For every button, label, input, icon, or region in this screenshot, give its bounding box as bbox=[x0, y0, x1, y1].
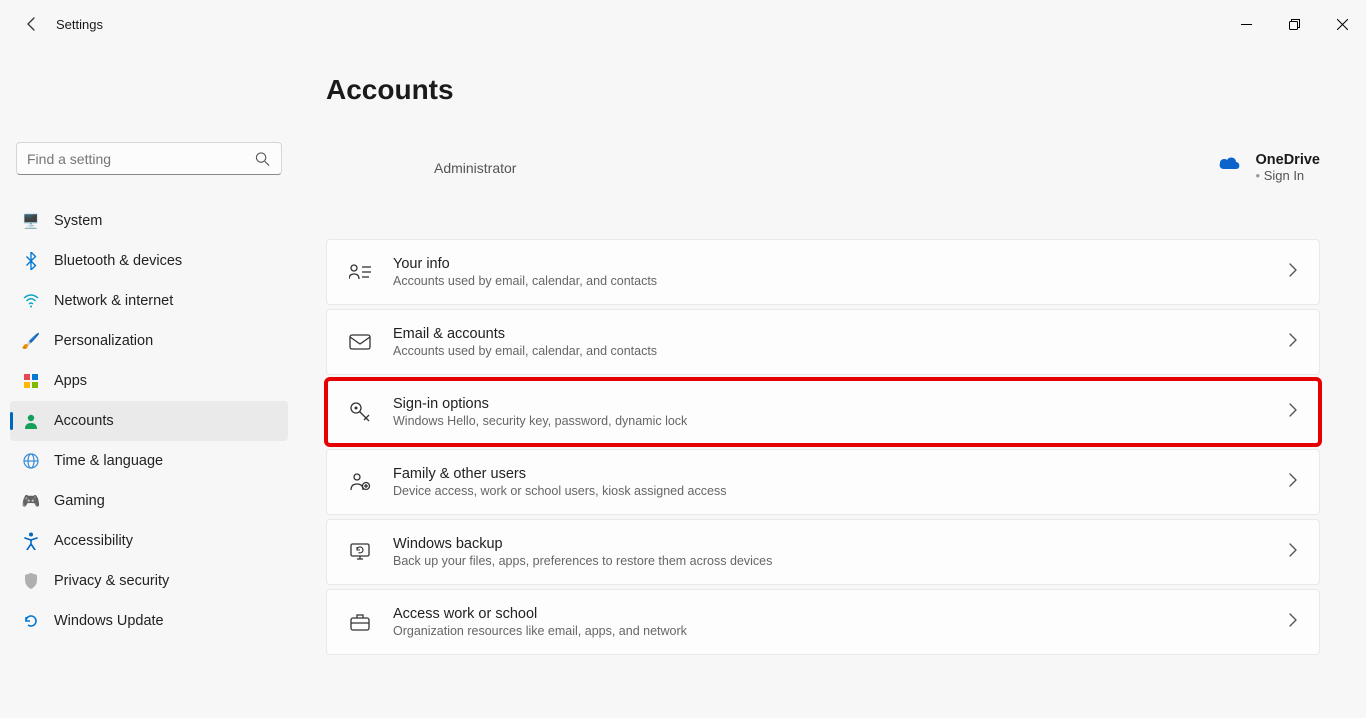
sidebar-item-apps[interactable]: Apps bbox=[10, 361, 288, 401]
email-accounts-icon bbox=[349, 334, 371, 350]
setting-item-title: Windows backup bbox=[393, 536, 1289, 552]
sidebar-item-update[interactable]: Windows Update bbox=[10, 601, 288, 641]
onedrive-card[interactable]: OneDrive Sign In bbox=[1218, 152, 1320, 183]
sidebar-item-accounts[interactable]: Accounts bbox=[10, 401, 288, 441]
setting-item-desc: Organization resources like email, apps,… bbox=[393, 624, 1289, 638]
sidebar-item-system[interactable]: 🖥️ System bbox=[10, 201, 288, 241]
accessibility-icon bbox=[22, 532, 40, 550]
sidebar-item-label: Time & language bbox=[54, 453, 163, 469]
network-icon bbox=[22, 292, 40, 310]
settings-list: Your info Accounts used by email, calenda… bbox=[326, 239, 1320, 655]
chevron-right-icon bbox=[1289, 543, 1297, 562]
account-header: Administrator OneDrive Sign In bbox=[326, 152, 1320, 183]
close-button[interactable] bbox=[1318, 0, 1366, 48]
privacy-icon bbox=[22, 572, 40, 590]
search-input[interactable] bbox=[16, 142, 282, 175]
sidebar-item-gaming[interactable]: 🎮 Gaming bbox=[10, 481, 288, 521]
setting-item-email-accounts[interactable]: Email & accounts Accounts used by email, … bbox=[326, 309, 1320, 375]
sidebar-item-label: Apps bbox=[54, 373, 87, 389]
setting-item-desc: Device access, work or school users, kio… bbox=[393, 484, 1289, 498]
sidebar-item-label: Privacy & security bbox=[54, 573, 169, 589]
onedrive-title: OneDrive bbox=[1256, 152, 1320, 168]
your-info-icon bbox=[349, 263, 371, 281]
sign-in-options-icon bbox=[349, 401, 371, 423]
setting-item-desc: Back up your files, apps, preferences to… bbox=[393, 554, 1289, 568]
app-title: Settings bbox=[56, 17, 103, 32]
update-icon bbox=[22, 612, 40, 630]
setting-item-title: Email & accounts bbox=[393, 326, 1289, 342]
setting-item-desc: Accounts used by email, calendar, and co… bbox=[393, 344, 1289, 358]
setting-item-desc: Windows Hello, security key, password, d… bbox=[393, 414, 1289, 428]
sidebar-item-label: Personalization bbox=[54, 333, 153, 349]
sidebar-item-label: Bluetooth & devices bbox=[54, 253, 182, 269]
page-title: Accounts bbox=[326, 74, 1320, 106]
setting-item-desc: Accounts used by email, calendar, and co… bbox=[393, 274, 1289, 288]
system-icon: 🖥️ bbox=[22, 212, 40, 230]
chevron-right-icon bbox=[1289, 473, 1297, 492]
sidebar-item-network[interactable]: Network & internet bbox=[10, 281, 288, 321]
sidebar-item-label: Gaming bbox=[54, 493, 105, 509]
setting-item-work-school[interactable]: Access work or school Organization resour… bbox=[326, 589, 1320, 655]
chevron-right-icon bbox=[1289, 403, 1297, 422]
sidebar-item-label: Windows Update bbox=[54, 613, 164, 629]
nav-list: 🖥️ System Bluetooth & devices Network & int… bbox=[0, 201, 298, 641]
backup-icon bbox=[349, 542, 371, 562]
personalization-icon: 🖌️ bbox=[22, 332, 40, 350]
onedrive-status: Sign In bbox=[1256, 168, 1320, 183]
chevron-right-icon bbox=[1289, 263, 1297, 282]
titlebar: Settings bbox=[0, 0, 1366, 48]
setting-item-title: Sign-in options bbox=[393, 396, 1289, 412]
sidebar-item-label: System bbox=[54, 213, 102, 229]
setting-item-your-info[interactable]: Your info Accounts used by email, calenda… bbox=[326, 239, 1320, 305]
chevron-right-icon bbox=[1289, 333, 1297, 352]
sidebar-item-label: Accounts bbox=[54, 413, 114, 429]
work-school-icon bbox=[349, 613, 371, 631]
time-icon bbox=[22, 452, 40, 470]
minimize-button[interactable] bbox=[1222, 0, 1270, 48]
bluetooth-icon bbox=[22, 252, 40, 270]
setting-item-backup[interactable]: Windows backup Back up your files, apps, … bbox=[326, 519, 1320, 585]
sidebar-item-time[interactable]: Time & language bbox=[10, 441, 288, 481]
family-icon bbox=[349, 472, 371, 492]
setting-item-family[interactable]: Family & other users Device access, work … bbox=[326, 449, 1320, 515]
setting-item-title: Access work or school bbox=[393, 606, 1289, 622]
setting-item-title: Family & other users bbox=[393, 466, 1289, 482]
sidebar-item-personalization[interactable]: 🖌️ Personalization bbox=[10, 321, 288, 361]
back-button[interactable] bbox=[22, 14, 42, 34]
apps-icon bbox=[22, 372, 40, 390]
chevron-right-icon bbox=[1289, 613, 1297, 632]
sidebar-item-accessibility[interactable]: Accessibility bbox=[10, 521, 288, 561]
onedrive-icon bbox=[1218, 154, 1242, 177]
gaming-icon: 🎮 bbox=[22, 492, 40, 510]
maximize-button[interactable] bbox=[1270, 0, 1318, 48]
sidebar-item-bluetooth[interactable]: Bluetooth & devices bbox=[10, 241, 288, 281]
sidebar-item-label: Network & internet bbox=[54, 293, 173, 309]
setting-item-sign-in-options[interactable]: Sign-in options Windows Hello, security k… bbox=[326, 379, 1320, 445]
administrator-label: Administrator bbox=[434, 160, 516, 176]
search-icon bbox=[255, 151, 270, 166]
sidebar-item-privacy[interactable]: Privacy & security bbox=[10, 561, 288, 601]
setting-item-title: Your info bbox=[393, 256, 1289, 272]
accounts-icon bbox=[22, 412, 40, 430]
sidebar: 🖥️ System Bluetooth & devices Network & int… bbox=[0, 48, 298, 718]
window-controls bbox=[1222, 0, 1366, 48]
main-content: Accounts Administrator OneDrive Sign In … bbox=[298, 48, 1366, 718]
sidebar-item-label: Accessibility bbox=[54, 533, 133, 549]
